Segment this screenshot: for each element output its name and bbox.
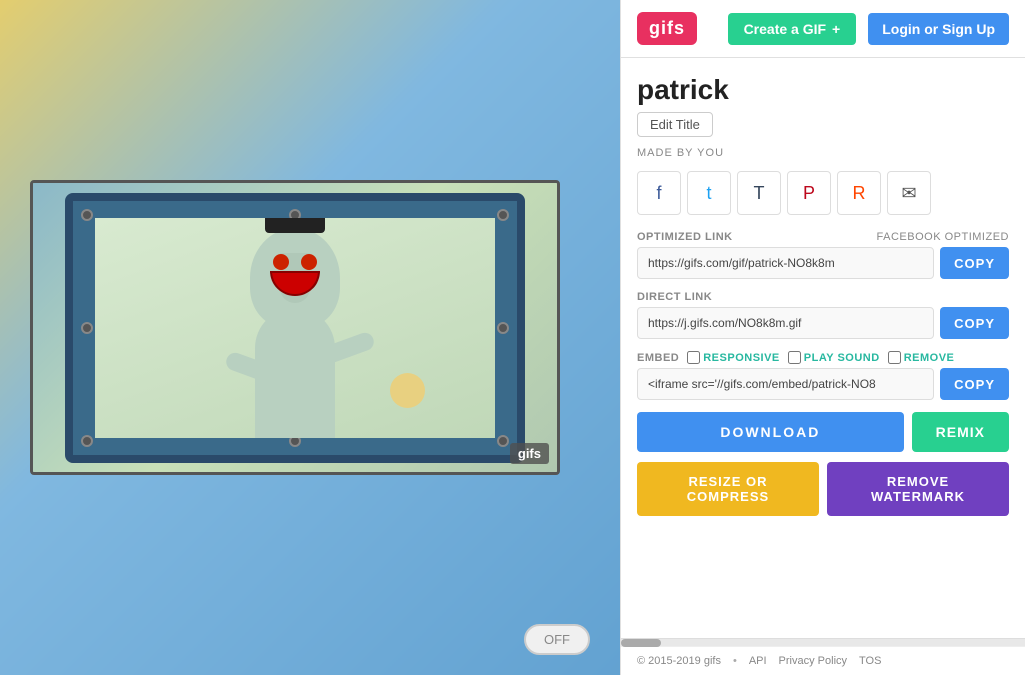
direct-link-label: DIRECT LINK — [637, 291, 712, 303]
gif-title: patrick — [637, 74, 1009, 106]
optimized-link-input[interactable] — [637, 247, 934, 279]
scrollbar-thumb[interactable] — [621, 639, 661, 647]
gif-watermark: gifs — [510, 443, 549, 464]
window-frame — [65, 193, 525, 463]
content-area: patrick Edit Title MADE BY YOU f t T P R… — [621, 58, 1025, 638]
gif-content: gifs — [33, 183, 557, 472]
optimized-link-label: OPTIMIZED LINK — [637, 231, 733, 243]
character-hand — [390, 373, 425, 408]
logo: gifs — [637, 12, 697, 45]
character-eye-right — [301, 254, 317, 270]
remove-watermark-button[interactable]: REMOVE WATERMARK — [827, 462, 1009, 516]
embed-code-input[interactable] — [637, 368, 934, 400]
bolt-decoration — [81, 322, 93, 334]
twitter-share-button[interactable]: t — [687, 171, 731, 215]
tumblr-share-button[interactable]: T — [737, 171, 781, 215]
remove-label: REMOVE — [904, 352, 955, 364]
login-button[interactable]: Login or Sign Up — [868, 13, 1009, 45]
bolt-decoration — [497, 322, 509, 334]
api-link[interactable]: API — [749, 655, 767, 667]
gif-container: gifs — [30, 180, 560, 475]
bolt-decoration — [497, 209, 509, 221]
left-panel: gifs OFF — [0, 0, 620, 675]
embed-options: RESPONSIVE PLAY SOUND REMOVE — [687, 351, 954, 364]
play-sound-label: PLAY SOUND — [804, 352, 880, 364]
bolt-decoration — [81, 435, 93, 447]
create-gif-plus: + — [832, 21, 840, 37]
tumblr-icon: T — [754, 183, 765, 204]
create-gif-button[interactable]: Create a GIF + — [728, 13, 857, 45]
facebook-icon: f — [656, 183, 661, 204]
download-button[interactable]: DOWNLOAD — [637, 412, 904, 452]
remove-checkbox-label[interactable]: REMOVE — [888, 351, 955, 364]
footer-dot: • — [733, 655, 737, 667]
action-row: DOWNLOAD REMIX — [637, 412, 1009, 452]
direct-label-row: DIRECT LINK — [637, 291, 1009, 303]
email-share-button[interactable]: ✉ — [887, 171, 931, 215]
twitter-icon: t — [706, 183, 711, 204]
optimized-link-section: OPTIMIZED LINK FACEBOOK OPTIMIZED COPY — [637, 231, 1009, 279]
social-share-row: f t T P R ✉ — [637, 171, 1009, 215]
link-label-row: OPTIMIZED LINK FACEBOOK OPTIMIZED — [637, 231, 1009, 243]
remove-checkbox[interactable] — [888, 351, 901, 364]
pinterest-share-button[interactable]: P — [787, 171, 831, 215]
responsive-checkbox-label[interactable]: RESPONSIVE — [687, 351, 780, 364]
bottom-action-row: RESIZE OR COMPRESS REMOVE WATERMARK — [637, 462, 1009, 516]
play-sound-checkbox-label[interactable]: PLAY SOUND — [788, 351, 880, 364]
direct-link-section: DIRECT LINK COPY — [637, 291, 1009, 339]
embed-label-row: EMBED RESPONSIVE PLAY SOUND REMOVE — [637, 351, 1009, 364]
optimized-copy-button[interactable]: COPY — [940, 247, 1009, 279]
direct-copy-button[interactable]: COPY — [940, 307, 1009, 339]
facebook-optimized-label: FACEBOOK OPTIMIZED — [877, 231, 1009, 243]
bolt-decoration — [497, 435, 509, 447]
window-inner — [95, 218, 495, 438]
email-icon: ✉ — [901, 183, 916, 204]
remix-button[interactable]: REMIX — [912, 412, 1009, 452]
facebook-share-button[interactable]: f — [637, 171, 681, 215]
reddit-share-button[interactable]: R — [837, 171, 881, 215]
tos-link[interactable]: TOS — [859, 655, 881, 667]
embed-label: EMBED — [637, 352, 679, 364]
bolt-decoration — [81, 209, 93, 221]
privacy-link[interactable]: Privacy Policy — [779, 655, 847, 667]
footer: © 2015-2019 gifs • API Privacy Policy TO… — [621, 646, 1025, 675]
right-panel: gifs Create a GIF + Login or Sign Up pat… — [620, 0, 1025, 675]
responsive-checkbox[interactable] — [687, 351, 700, 364]
reddit-icon: R — [853, 183, 866, 204]
play-sound-checkbox[interactable] — [788, 351, 801, 364]
edit-title-button[interactable]: Edit Title — [637, 112, 713, 137]
pinterest-icon: P — [803, 183, 815, 204]
embed-section: EMBED RESPONSIVE PLAY SOUND REMOVE — [637, 351, 1009, 400]
off-toggle[interactable]: OFF — [524, 624, 590, 655]
embed-copy-button[interactable]: COPY — [940, 368, 1009, 400]
copyright: © 2015-2019 gifs — [637, 655, 721, 667]
direct-link-input[interactable] — [637, 307, 934, 339]
header: gifs Create a GIF + Login or Sign Up — [621, 0, 1025, 58]
squidward-scene — [33, 183, 557, 472]
responsive-label: RESPONSIVE — [703, 352, 780, 364]
embed-link-row: COPY — [637, 368, 1009, 400]
create-gif-label: Create a GIF — [744, 21, 826, 37]
optimized-link-row: COPY — [637, 247, 1009, 279]
resize-button[interactable]: RESIZE OR COMPRESS — [637, 462, 819, 516]
scrollbar[interactable] — [621, 638, 1025, 646]
character-hat — [265, 218, 325, 233]
character-eye-left — [273, 254, 289, 270]
direct-link-row: COPY — [637, 307, 1009, 339]
made-by-label: MADE BY YOU — [637, 147, 1009, 159]
